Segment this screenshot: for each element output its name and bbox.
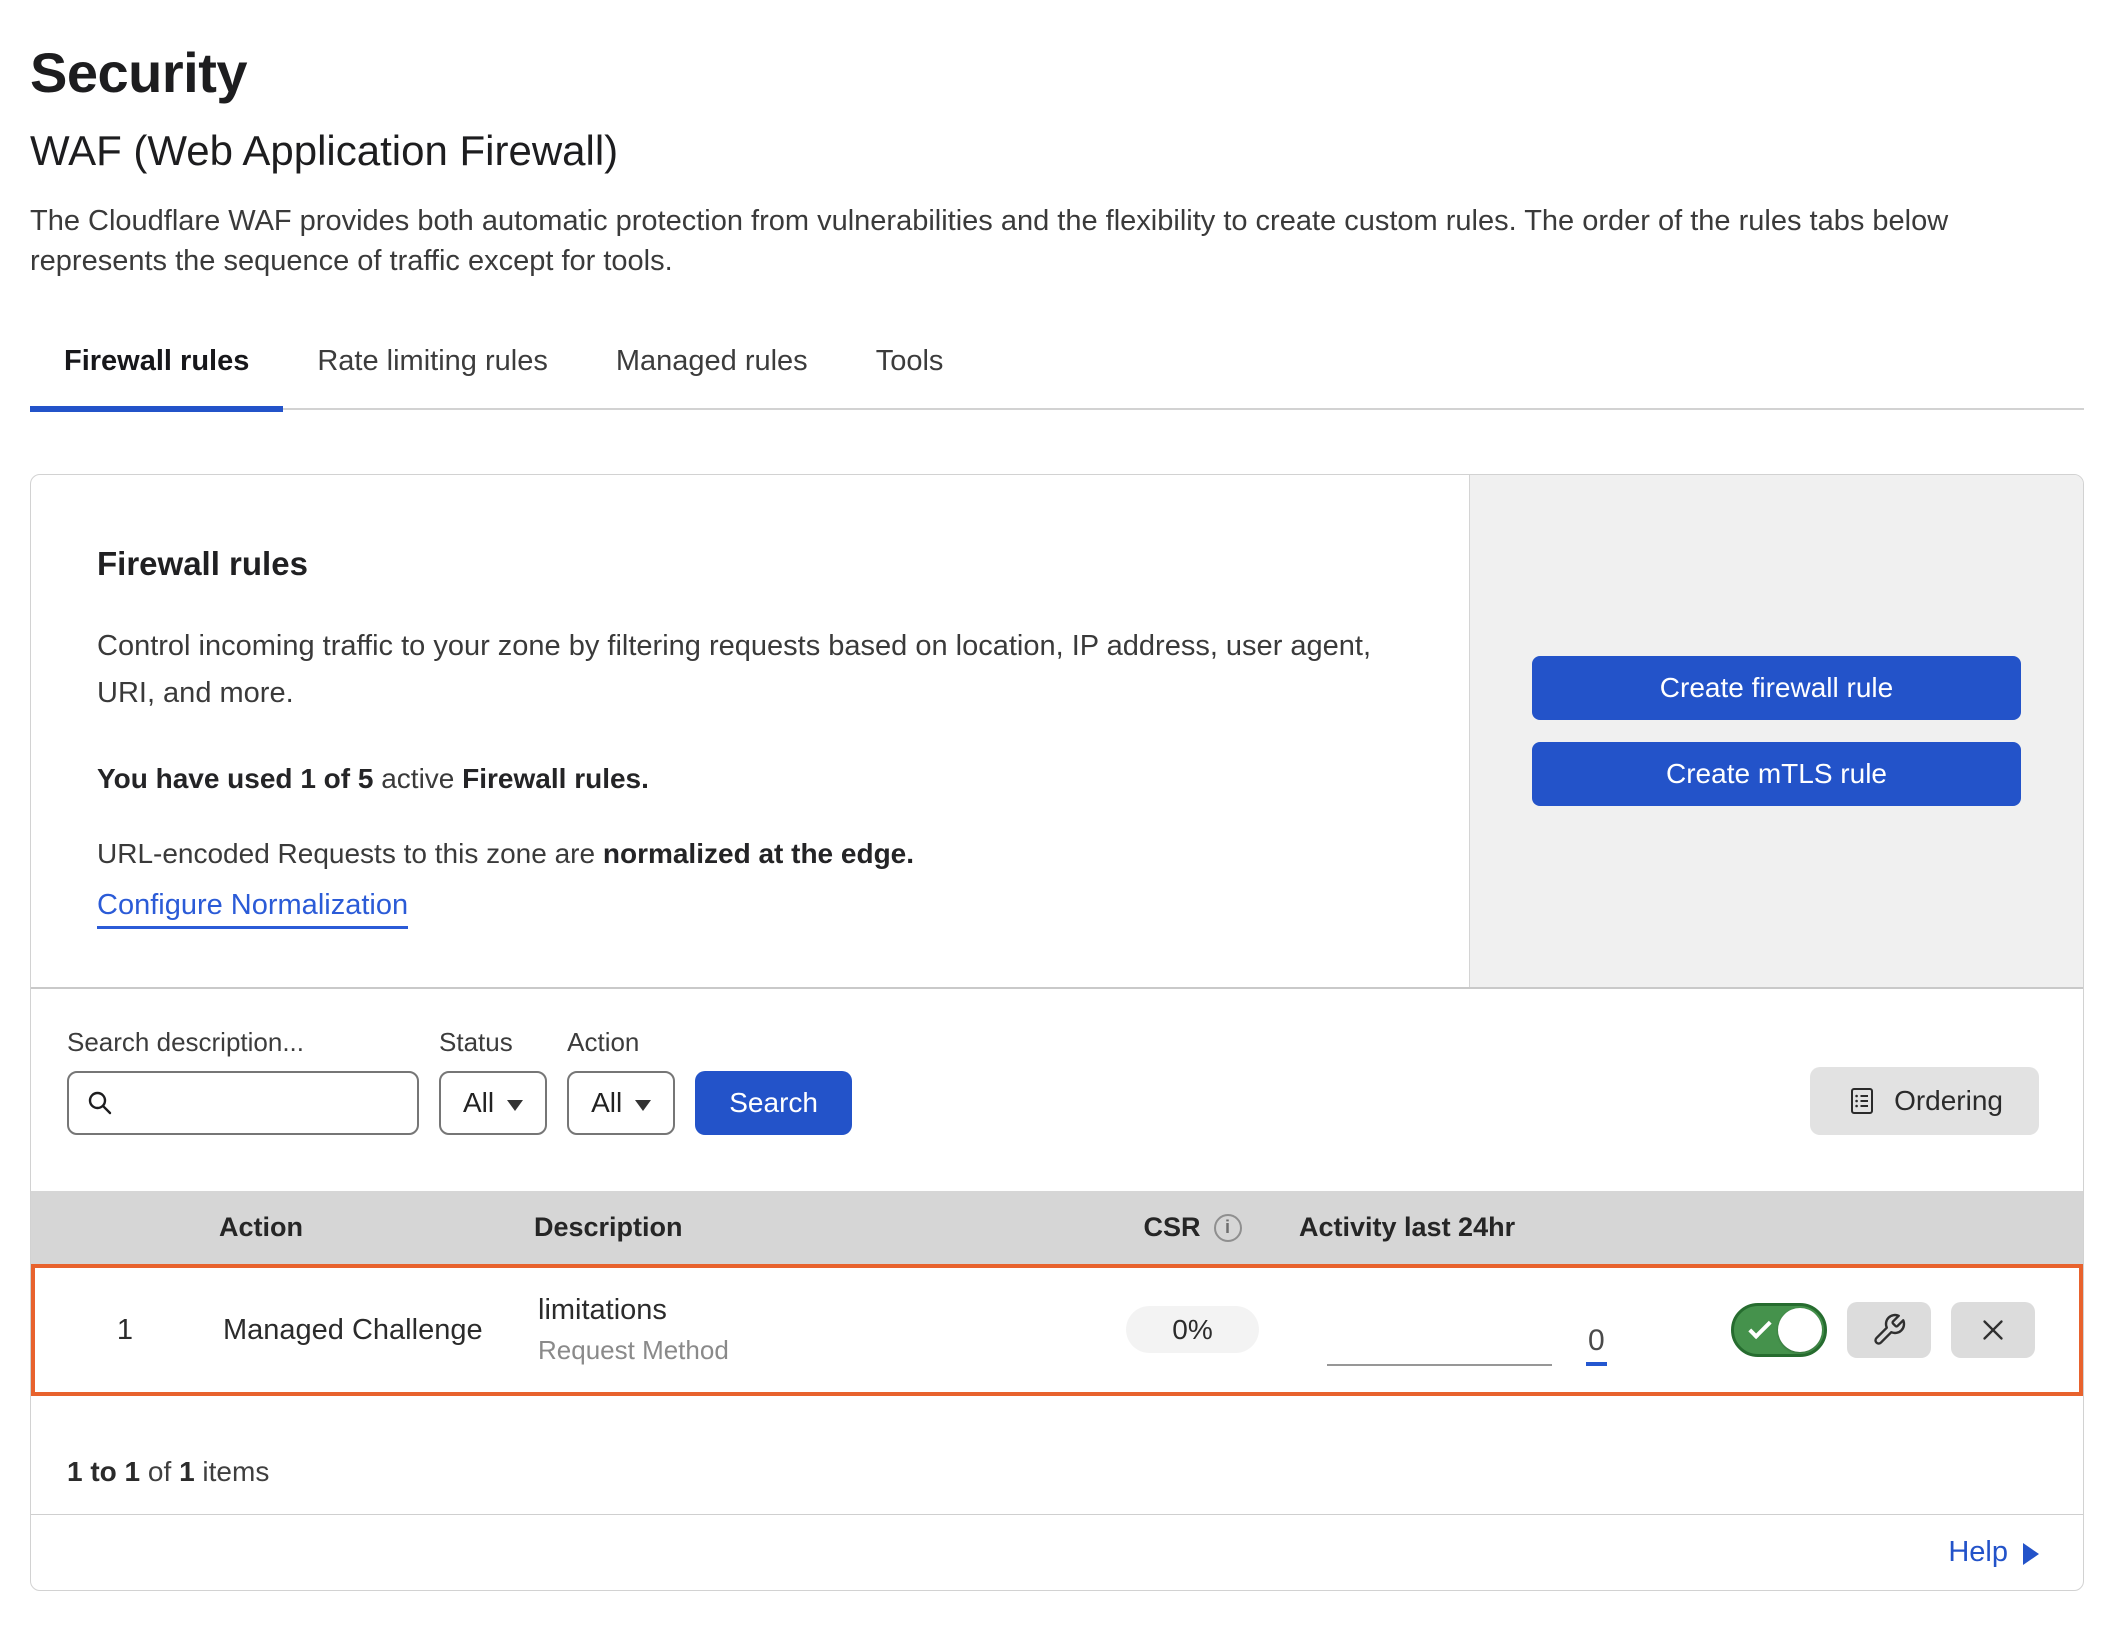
- range-text: 1 to 1: [67, 1456, 140, 1487]
- page-description: The Cloudflare WAF provides both automat…: [30, 201, 1980, 281]
- pagination-summary: 1 to 1 of 1 items: [31, 1396, 2083, 1514]
- rule-controls: [1630, 1302, 2079, 1358]
- action-label: Action: [567, 1027, 675, 1058]
- status-filter-group: Status All: [439, 1027, 547, 1135]
- ordered-list-icon: [1846, 1085, 1878, 1117]
- rule-description-sub: Request Method: [538, 1335, 1090, 1366]
- rule-enabled-toggle[interactable]: [1731, 1303, 1827, 1357]
- status-select-value: All: [463, 1087, 494, 1119]
- help-link-label: Help: [1948, 1536, 2008, 1569]
- normalization-text: URL-encoded Requests to this zone are: [97, 838, 603, 869]
- panel-description: Control incoming traffic to your zone by…: [97, 623, 1399, 717]
- firewall-rules-intro: Firewall rules Control incoming traffic …: [31, 475, 1469, 987]
- rule-description-cell: limitations Request Method: [530, 1294, 1090, 1366]
- rule-description: limitations: [538, 1294, 1090, 1327]
- firewall-rules-intro-section: Firewall rules Control incoming traffic …: [31, 475, 2083, 989]
- help-link[interactable]: Help: [1948, 1536, 2039, 1569]
- activity-count-link[interactable]: 0: [1586, 1326, 1607, 1366]
- wrench-icon: [1871, 1312, 1907, 1348]
- delete-rule-button[interactable]: [1951, 1302, 2035, 1358]
- tab-tools[interactable]: Tools: [842, 333, 978, 408]
- usage-middle: active: [373, 763, 462, 794]
- firewall-rules-card: Firewall rules Control incoming traffic …: [30, 474, 2084, 1591]
- tab-managed-rules[interactable]: Managed rules: [582, 333, 842, 408]
- create-mtls-rule-button[interactable]: Create mTLS rule: [1532, 742, 2021, 806]
- total-count: 1: [179, 1456, 195, 1487]
- ordering-button[interactable]: Ordering: [1810, 1067, 2039, 1135]
- th-activity: Activity last 24hr: [1291, 1212, 1626, 1243]
- rules-tab-bar: Firewall rules Rate limiting rules Manag…: [30, 333, 2084, 410]
- info-icon[interactable]: i: [1214, 1214, 1242, 1242]
- csr-badge: 0%: [1126, 1306, 1258, 1353]
- configure-normalization-link[interactable]: Configure Normalization: [97, 889, 408, 929]
- rule-activity-cell: 0: [1295, 1268, 1630, 1392]
- activity-sparkline: [1327, 1364, 1552, 1366]
- filter-bar: Search description... Status All Action …: [31, 989, 2083, 1191]
- create-rule-panel: Create firewall rule Create mTLS rule: [1469, 475, 2083, 987]
- create-firewall-rule-button[interactable]: Create firewall rule: [1532, 656, 2021, 720]
- rule-index: 1: [117, 1314, 133, 1347]
- action-filter-group: Action All: [567, 1027, 675, 1135]
- triangle-right-icon: [2023, 1543, 2039, 1565]
- search-icon: [85, 1088, 115, 1118]
- chevron-down-icon: [635, 1100, 651, 1111]
- toggle-knob: [1778, 1308, 1822, 1352]
- usage-bold-suffix: Firewall rules.: [462, 763, 649, 794]
- tab-rate-limiting-rules[interactable]: Rate limiting rules: [283, 333, 581, 408]
- of-word: of: [140, 1456, 179, 1487]
- items-word: items: [195, 1456, 270, 1487]
- page-title: Security: [30, 40, 2084, 105]
- rule-csr-cell: 0%: [1126, 1314, 1258, 1347]
- usage-bold-prefix: You have used 1 of 5: [97, 763, 373, 794]
- ordering-button-label: Ordering: [1894, 1085, 2003, 1117]
- th-action: Action: [211, 1212, 526, 1243]
- search-label: Search description...: [67, 1027, 419, 1058]
- chevron-down-icon: [507, 1100, 523, 1111]
- th-description: Description: [526, 1212, 1086, 1243]
- table-row: 1 Managed Challenge limitations Request …: [31, 1264, 2083, 1396]
- normalization-note: URL-encoded Requests to this zone are no…: [97, 833, 1399, 875]
- x-icon: [1976, 1313, 2010, 1347]
- action-select[interactable]: All: [567, 1071, 675, 1135]
- panel-heading: Firewall rules: [97, 545, 1399, 583]
- action-select-value: All: [591, 1087, 622, 1119]
- normalization-bold: normalized at the edge.: [603, 838, 914, 869]
- search-input[interactable]: [125, 1088, 401, 1119]
- check-icon: [1748, 1316, 1771, 1339]
- help-row: Help: [31, 1514, 2083, 1590]
- search-button[interactable]: Search: [695, 1071, 852, 1135]
- rule-action: Managed Challenge: [215, 1314, 530, 1347]
- usage-summary: You have used 1 of 5 active Firewall rul…: [97, 763, 1399, 795]
- search-box: [67, 1071, 419, 1135]
- search-group: Search description...: [67, 1027, 419, 1135]
- tab-firewall-rules[interactable]: Firewall rules: [30, 333, 283, 408]
- th-csr: CSR i: [1135, 1212, 1241, 1243]
- page-subtitle: WAF (Web Application Firewall): [30, 127, 2084, 175]
- edit-rule-button[interactable]: [1847, 1302, 1931, 1358]
- status-select[interactable]: All: [439, 1071, 547, 1135]
- th-csr-label: CSR: [1143, 1212, 1200, 1243]
- status-label: Status: [439, 1027, 547, 1058]
- table-header: Action Description CSR i Activity last 2…: [31, 1191, 2083, 1264]
